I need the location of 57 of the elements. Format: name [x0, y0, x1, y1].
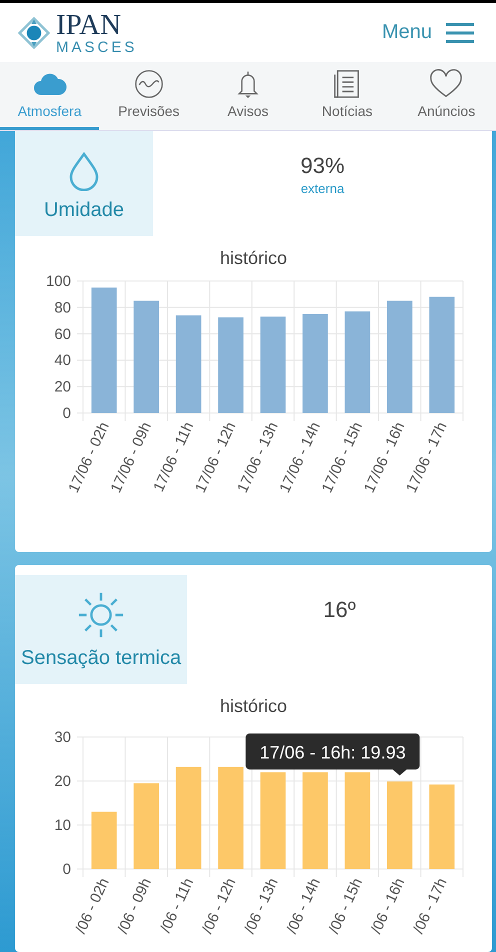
- sun-icon: [77, 591, 126, 639]
- sensor-reading: 93%: [300, 153, 345, 179]
- chart-bar[interactable]: [429, 296, 455, 413]
- sensor-reading: 16º: [323, 597, 356, 623]
- annotation: 17/06 - 16h: 19.93: [260, 742, 406, 762]
- chart-bar[interactable]: [91, 288, 117, 413]
- section-title: histórico: [218, 248, 288, 269]
- chart-bar[interactable]: [387, 300, 412, 413]
- chart-bar[interactable]: [429, 784, 455, 869]
- axis-tick-label: 0: [62, 861, 71, 878]
- chart-bar[interactable]: [387, 781, 412, 869]
- chart-bar[interactable]: [134, 783, 159, 869]
- chart-bar[interactable]: [260, 772, 286, 869]
- axis-tick-label: 20: [54, 773, 71, 790]
- section-title: histórico: [218, 696, 288, 717]
- chart-bar[interactable]: [302, 772, 328, 869]
- axis-category-label: /06 - 13h: [241, 876, 282, 936]
- chart-bar[interactable]: [91, 812, 117, 869]
- chart-bar[interactable]: [302, 314, 328, 413]
- chart-bar[interactable]: [134, 300, 159, 413]
- axis-tick-label: 10: [54, 817, 71, 834]
- axis-tick-label: 60: [54, 326, 71, 343]
- chart-bar[interactable]: [260, 316, 286, 413]
- axis-category-label: /06 - 11h: [157, 876, 198, 936]
- chart-bar[interactable]: [176, 315, 202, 413]
- axis-category-label: /06 - 09h: [114, 876, 155, 936]
- menu-button[interactable]: Menu: [382, 21, 474, 44]
- chart-tooltip: 17/06 - 16h: 19.93: [246, 733, 420, 776]
- sensor-tile: Sensação termica: [15, 575, 188, 684]
- axis-tick-label: 100: [46, 273, 71, 290]
- nav-tab[interactable]: Previsões: [99, 62, 198, 130]
- axis-category-label: /06 - 16h: [368, 876, 408, 936]
- logo-title: IPAN: [56, 10, 122, 40]
- sensor-tile: Umidade: [15, 131, 153, 236]
- chart-bar[interactable]: [344, 311, 370, 413]
- logo-subtitle: MASCES: [56, 40, 138, 54]
- reading-note: externa: [300, 181, 344, 196]
- nav-tab[interactable]: Avisos: [198, 62, 298, 130]
- axis-tick-label: 0: [62, 405, 71, 422]
- axis-tick-label: 40: [54, 352, 71, 370]
- axis-tick-label: 20: [54, 378, 71, 396]
- chart-bar[interactable]: [344, 772, 370, 869]
- chart-bar[interactable]: [218, 317, 244, 413]
- chart-bar[interactable]: [176, 766, 202, 869]
- axis-category-label: /06 - 15h: [326, 876, 366, 936]
- axis-tick-label: 30: [54, 729, 71, 746]
- menu-icon: [446, 22, 474, 42]
- axis-tick-label: 80: [54, 299, 71, 316]
- axis-category-label: /06 - 12h: [198, 876, 240, 936]
- axis-category-label: /06 - 14h: [283, 876, 324, 936]
- chart-bar[interactable]: [218, 766, 244, 869]
- axis-category-label: /06 - 02h: [72, 876, 113, 936]
- heart-icon: [429, 69, 464, 99]
- nav-tab[interactable]: Anúncios: [396, 62, 496, 130]
- axis-category-label: /06 - 17h: [410, 876, 451, 936]
- logo-icon: [16, 14, 52, 50]
- nav-tab[interactable]: Notícias: [298, 62, 397, 130]
